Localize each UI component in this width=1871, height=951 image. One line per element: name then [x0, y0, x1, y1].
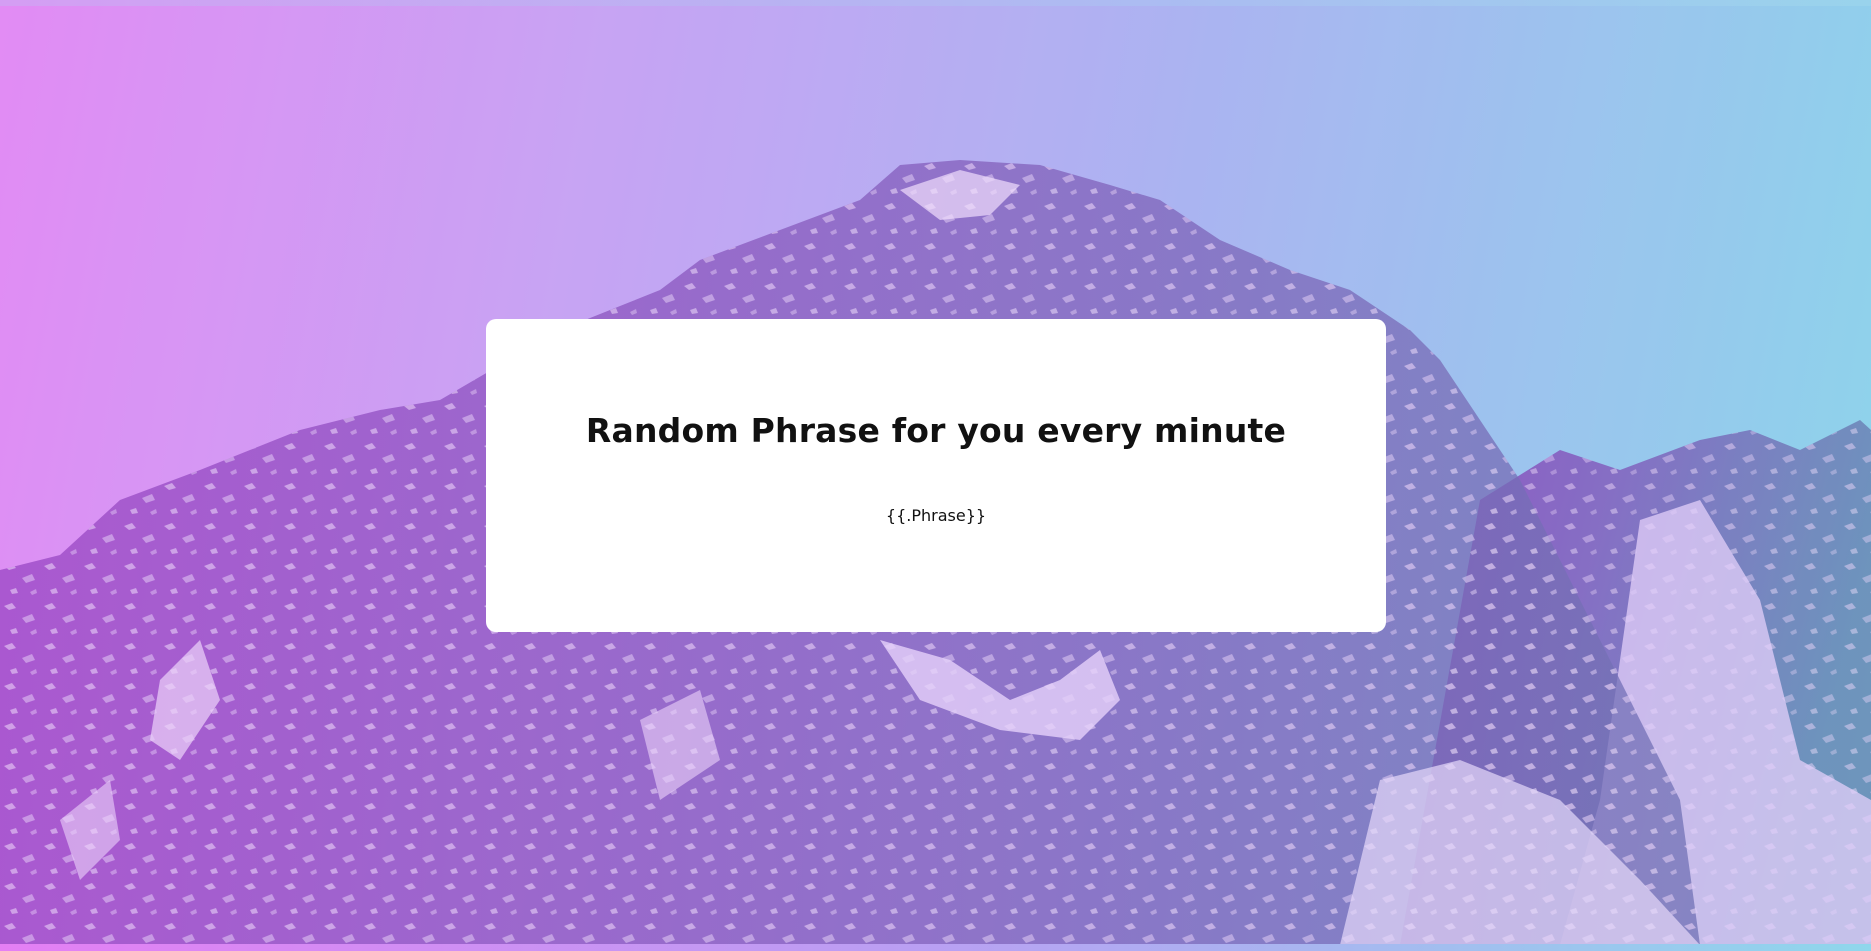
page-background: Random Phrase for you every minute {{.Ph…: [0, 0, 1871, 951]
card-title: Random Phrase for you every minute: [585, 411, 1287, 450]
bottom-edge-strip: [0, 944, 1871, 951]
phrase-card: Random Phrase for you every minute {{.Ph…: [486, 319, 1386, 632]
phrase-text: {{.Phrase}}: [885, 506, 987, 525]
